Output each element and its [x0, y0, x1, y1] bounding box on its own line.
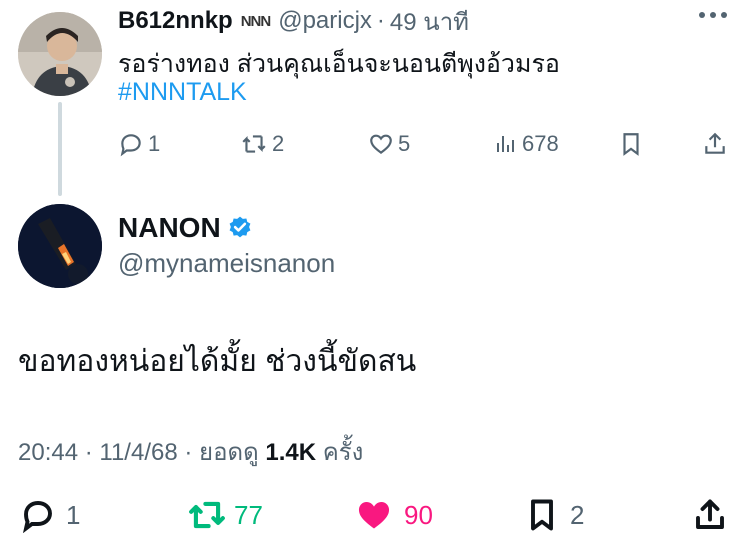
hashtag-link[interactable]: #NNNTALK [118, 78, 247, 107]
reply-count: 1 [148, 131, 161, 156]
reply-header: NANON [118, 212, 253, 244]
post-timestamp[interactable]: 20:44 · 11/4/68 [18, 439, 178, 466]
share-icon [705, 132, 725, 154]
username-handle[interactable]: @paricjx [278, 7, 372, 35]
repost-icon [242, 135, 266, 153]
verified-badge-icon [229, 216, 251, 238]
name-badge: NNN [240, 12, 271, 30]
reply-button[interactable]: 1 [118, 128, 160, 160]
reply-icon [120, 134, 141, 157]
views-button[interactable]: 678 [494, 128, 559, 160]
bookmark-icon [623, 133, 639, 156]
share-button[interactable] [692, 496, 728, 534]
like-count: 90 [404, 499, 433, 530]
avatar-b612nnkp[interactable] [18, 12, 102, 96]
views-icon [497, 136, 514, 152]
display-name[interactable]: NANON [118, 212, 221, 244]
repost-count: 2 [272, 131, 285, 156]
like-button[interactable]: 5 [368, 128, 410, 160]
repost-count: 77 [234, 499, 263, 530]
like-icon [358, 502, 390, 529]
bookmark-count: 2 [570, 499, 585, 530]
views-count: 678 [522, 131, 559, 156]
post-text: ขอทองหน่อยได้มั้ย ช่วงนี้ขัดสน [18, 345, 417, 378]
like-count: 5 [398, 131, 411, 156]
bookmark-button[interactable] [618, 128, 644, 160]
separator: · [376, 7, 385, 34]
thread-connector-line [58, 102, 62, 196]
views-label: · ยอดดู [184, 439, 259, 466]
repost-button[interactable]: 77 [186, 496, 263, 534]
repost-button[interactable]: 2 [240, 128, 284, 160]
post-header: B612nnkp NNN @paricjx · 49 นาที [118, 6, 469, 36]
reply-icon [23, 501, 52, 533]
post-meta: 20:44 · 11/4/68 · ยอดดู 1.4K ครั้ง [18, 432, 363, 471]
bookmark-icon [531, 499, 553, 531]
views-total[interactable]: 1.4K [265, 439, 316, 466]
username-handle[interactable]: @mynameisnanon [118, 248, 335, 279]
reply-button[interactable]: 1 [20, 496, 80, 534]
like-button[interactable]: 90 [354, 496, 433, 534]
share-icon [696, 499, 724, 529]
post-time[interactable]: 49 นาที [390, 2, 469, 41]
like-icon [370, 134, 392, 155]
display-name[interactable]: B612nnkp [118, 7, 233, 35]
reply-count: 1 [66, 499, 81, 530]
share-button[interactable] [702, 128, 728, 160]
bookmark-button[interactable]: 2 [524, 496, 584, 534]
views-suffix: ครั้ง [322, 439, 364, 466]
repost-icon [189, 501, 225, 529]
more-icon[interactable] [699, 12, 727, 18]
avatar-nanon[interactable] [18, 204, 102, 288]
